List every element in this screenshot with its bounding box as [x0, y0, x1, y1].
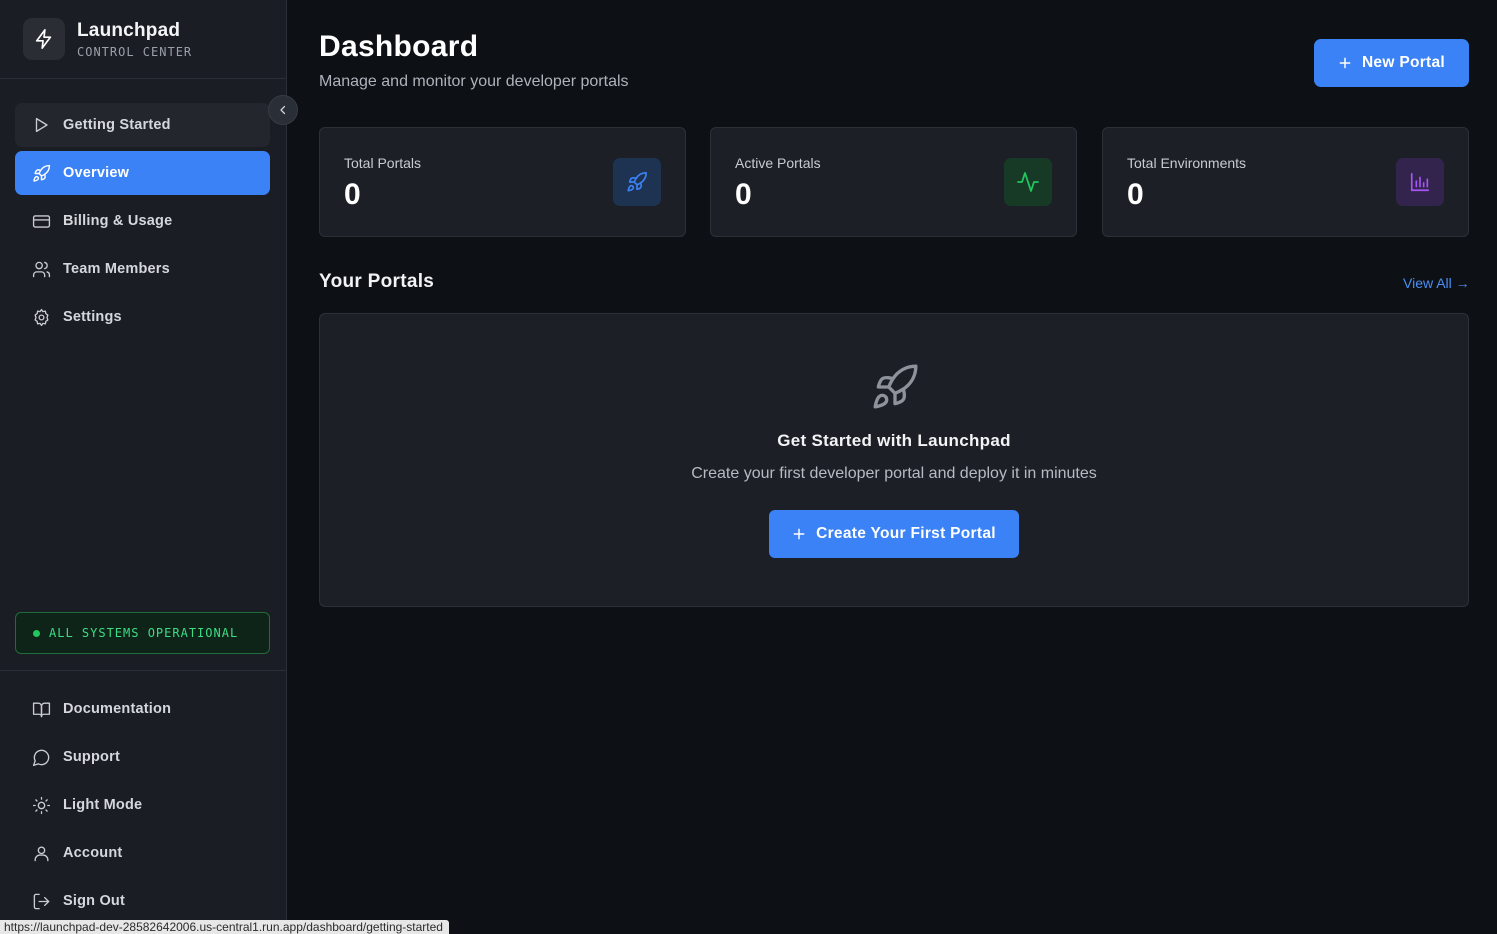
nav-label: Team Members — [63, 261, 170, 277]
rocket-icon — [31, 163, 51, 183]
stat-value: 0 — [735, 178, 752, 211]
nav-label: Getting Started — [63, 117, 171, 133]
empty-portals-card: Get Started with Launchpad Create your f… — [319, 313, 1469, 607]
nav-label: Sign Out — [63, 893, 126, 909]
create-first-portal-label: Create Your First Portal — [816, 525, 996, 542]
nav-documentation[interactable]: Documentation — [15, 687, 270, 731]
stat-label: Total Portals — [344, 155, 422, 171]
app-root: Launchpad CONTROL CENTER Getting Started… — [0, 0, 1497, 934]
nav-label: Settings — [63, 309, 122, 325]
sign-out-icon — [31, 891, 51, 911]
plus-icon — [1338, 56, 1352, 70]
lightning-logo-icon — [23, 18, 65, 60]
nav-label: Support — [63, 749, 120, 765]
nav-support[interactable]: Support — [15, 735, 270, 779]
brand-subtitle: CONTROL CENTER — [77, 45, 193, 59]
book-icon — [31, 699, 51, 719]
sidebar-divider — [0, 670, 286, 671]
sun-icon — [31, 795, 51, 815]
plus-icon — [792, 527, 806, 541]
stat-label: Total Environments — [1127, 155, 1247, 171]
empty-state-subtitle: Create your first developer portal and d… — [691, 465, 1097, 482]
nav-overview[interactable]: Overview — [15, 151, 270, 195]
nav-label: Account — [63, 845, 123, 861]
create-first-portal-button[interactable]: Create Your First Portal — [769, 510, 1019, 558]
new-portal-button[interactable]: New Portal — [1314, 39, 1469, 87]
nav-light-mode[interactable]: Light Mode — [15, 783, 270, 827]
page-subtitle: Manage and monitor your developer portal… — [319, 73, 629, 90]
play-icon — [31, 115, 51, 135]
empty-state-title: Get Started with Launchpad — [777, 431, 1011, 450]
section-title-your-portals: Your Portals — [319, 271, 435, 292]
status-text: ALL SYSTEMS OPERATIONAL — [49, 626, 239, 640]
activity-icon — [1004, 158, 1052, 206]
credit-card-icon — [31, 211, 51, 231]
users-icon — [31, 259, 51, 279]
chevron-left-icon — [280, 105, 286, 115]
collapse-sidebar-button[interactable] — [268, 95, 298, 125]
link-preview-url: https://launchpad-dev-28582642006.us-cen… — [0, 920, 449, 934]
user-icon — [31, 843, 51, 863]
nav-label: Light Mode — [63, 797, 143, 813]
nav-team-members[interactable]: Team Members — [15, 247, 270, 291]
chat-bubble-icon — [31, 747, 51, 767]
system-status-badge: ALL SYSTEMS OPERATIONAL — [15, 612, 270, 654]
nav-sign-out[interactable]: Sign Out — [15, 879, 270, 923]
nav-settings[interactable]: Settings — [15, 295, 270, 339]
new-portal-label: New Portal — [1361, 54, 1446, 71]
nav-label: Overview — [63, 165, 130, 181]
status-dot-icon — [33, 629, 40, 637]
stat-value: 0 — [1127, 178, 1144, 211]
stat-value: 0 — [344, 178, 361, 211]
rocket-icon — [870, 362, 920, 412]
bar-chart-icon — [1396, 158, 1444, 206]
nav-label: Documentation — [63, 701, 172, 717]
nav-billing-usage[interactable]: Billing & Usage — [15, 199, 270, 243]
gear-icon — [31, 307, 51, 327]
view-all-link[interactable]: View All → — [1403, 275, 1470, 291]
nav-getting-started[interactable]: Getting Started — [15, 103, 270, 147]
stat-card-total-portals: Total Portals 0 — [319, 127, 686, 237]
stat-card-active-portals: Active Portals 0 — [710, 127, 1077, 237]
brand-name: Launchpad — [77, 20, 181, 41]
page-title: Dashboard — [319, 30, 479, 63]
nav-label: Billing & Usage — [63, 213, 173, 229]
sidebar: Launchpad CONTROL CENTER Getting Started… — [0, 0, 287, 934]
brand-header: Launchpad CONTROL CENTER — [0, 0, 286, 79]
rocket-icon — [613, 158, 661, 206]
stat-label: Active Portals — [735, 155, 821, 171]
nav-account[interactable]: Account — [15, 831, 270, 875]
stat-card-total-environments: Total Environments 0 — [1102, 127, 1469, 237]
